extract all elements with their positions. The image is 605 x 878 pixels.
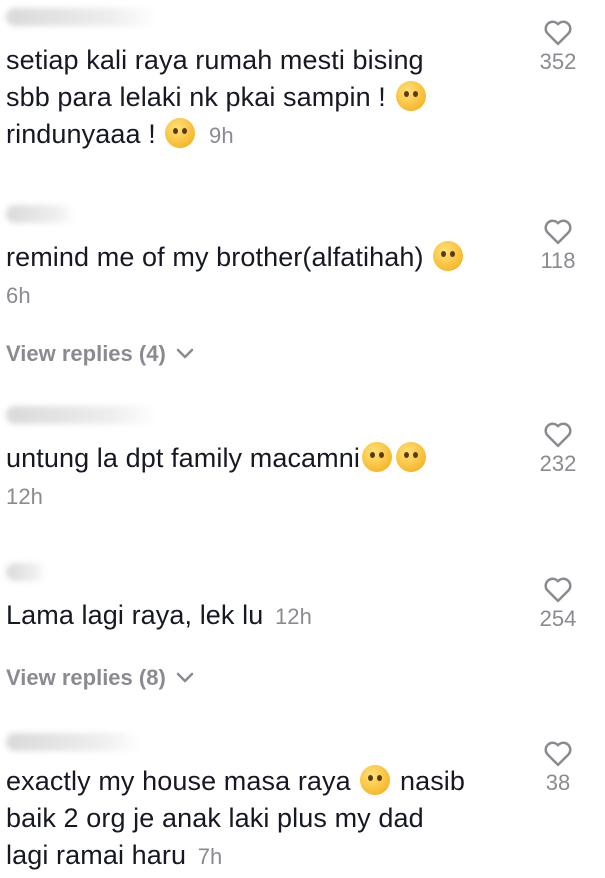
comment-text: remind me of my brother(alfatihah) 6h [6, 239, 511, 314]
pensive-face-emoji [433, 241, 464, 271]
loudly-crying-emoji [361, 442, 392, 472]
laughing-tears-emoji [395, 81, 426, 111]
comment-time: 9h [209, 123, 234, 148]
comment-text: exactly my house masa raya nasib baik 2 … [6, 765, 466, 870]
like-count: 232 [539, 451, 577, 476]
username-blurred[interactable] [6, 733, 141, 751]
username-blurred[interactable] [6, 8, 156, 26]
chevron-down-icon [176, 348, 194, 359]
heart-outline-icon [544, 20, 572, 46]
like-count: 254 [539, 606, 577, 631]
comment-time: 12h [274, 604, 312, 629]
laughing-tears-emoji [360, 765, 391, 795]
like-count: 118 [540, 248, 576, 273]
heart-outline-icon [544, 741, 572, 767]
like-button[interactable]: 352 [528, 18, 588, 75]
like-button[interactable]: 232 [528, 420, 588, 477]
comment-text: setiap kali raya rumah mesti bising sbb … [6, 45, 426, 149]
like-button[interactable]: 38 [528, 739, 588, 796]
like-button[interactable]: 118 [528, 217, 588, 274]
like-count: 38 [545, 770, 571, 795]
username-blurred[interactable] [6, 205, 76, 223]
username-blurred[interactable] [6, 406, 156, 424]
loudly-crying-emoji [395, 442, 426, 472]
view-replies-button[interactable]: View replies (8) [6, 665, 194, 691]
comment-time: 6h [6, 283, 31, 308]
like-button[interactable]: 254 [528, 575, 588, 632]
heart-outline-icon [544, 422, 572, 448]
comment-time: 7h [197, 844, 223, 869]
comment-text: Lama lagi raya, lek lu 12h [6, 600, 312, 630]
heart-outline-icon [544, 219, 572, 245]
view-replies-button[interactable]: View replies (4) [6, 341, 194, 367]
comment-time: 12h [6, 484, 44, 509]
username-blurred[interactable] [6, 563, 46, 581]
like-count: 352 [539, 49, 577, 74]
chevron-down-icon [176, 672, 194, 683]
heart-outline-icon [544, 577, 572, 603]
pleading-face-emoji [165, 118, 196, 148]
comment-text: untung la dpt family macamni 12h [6, 440, 511, 515]
